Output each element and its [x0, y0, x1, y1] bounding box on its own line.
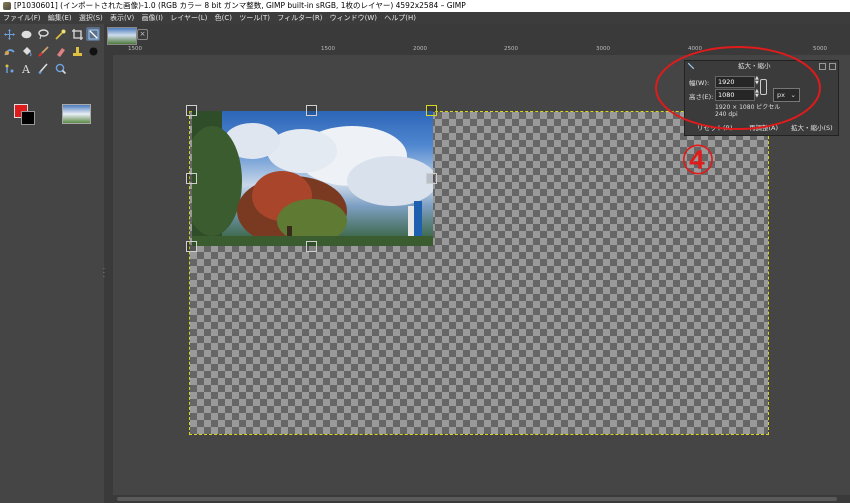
annotation-number: ④ — [680, 138, 716, 184]
transform-handle-right[interactable] — [426, 173, 437, 184]
menu-tools[interactable]: ツール(T) — [236, 14, 272, 22]
image-preview-thumbnail — [62, 104, 91, 124]
move-tool-icon[interactable] — [2, 27, 16, 41]
ruler-tick: 2000 — [413, 46, 427, 52]
gimp-app-icon — [3, 2, 11, 10]
dialog-close-icon[interactable] — [829, 63, 836, 70]
dialog-options-icon[interactable] — [819, 63, 826, 70]
bucket-fill-icon[interactable] — [19, 44, 33, 58]
menu-edit[interactable]: 編集(E) — [45, 14, 74, 22]
menu-windows[interactable]: ウィンドウ(W) — [327, 14, 379, 22]
transform-handle-left[interactable] — [186, 173, 197, 184]
horizontal-scrollbar[interactable] — [113, 495, 850, 503]
lasso-icon[interactable] — [36, 27, 50, 41]
scale-button[interactable]: 拡大・縮小(S) — [791, 123, 833, 133]
ruler-tick: 3000 — [596, 46, 610, 52]
dodge-burn-icon[interactable] — [86, 44, 100, 58]
ruler-tick: 2500 — [504, 46, 518, 52]
menu-layer[interactable]: レイヤー(L) — [167, 14, 209, 22]
paintbrush-icon[interactable] — [36, 44, 50, 58]
menu-colors[interactable]: 色(C) — [212, 14, 234, 22]
transform-handle-top-right[interactable] — [426, 105, 437, 116]
resize-grip[interactable]: · · · — [103, 267, 106, 281]
toolbox: A — [0, 24, 104, 503]
transform-handle-top[interactable] — [306, 105, 317, 116]
ruler-tick: 1500 — [128, 46, 142, 52]
background-color-swatch[interactable] — [21, 111, 35, 125]
scaled-image-preview — [192, 111, 433, 246]
zoom-tool-icon[interactable] — [53, 61, 67, 75]
transform-handle-top-left[interactable] — [186, 105, 197, 116]
transform-handle-bottom-left[interactable] — [186, 241, 197, 252]
scale-tool-icon[interactable] — [86, 27, 100, 41]
svg-text:A: A — [21, 63, 31, 74]
ruler-tick: 1500 — [321, 46, 335, 52]
fuzzy-select-icon[interactable] — [53, 27, 67, 41]
menu-filters[interactable]: フィルター(R) — [274, 14, 324, 22]
menu-select[interactable]: 選択(S) — [76, 14, 105, 22]
close-icon[interactable]: × — [137, 29, 148, 40]
menu-view[interactable]: 表示(V) — [107, 14, 136, 22]
menubar: ファイル(F) 編集(E) 選択(S) 表示(V) 画像(I) レイヤー(L) … — [0, 12, 850, 24]
transform-handle-bottom[interactable] — [306, 241, 317, 252]
annotation-ellipse — [655, 46, 821, 130]
menu-file[interactable]: ファイル(F) — [0, 14, 43, 22]
ruler-tick: 5000 — [813, 46, 827, 52]
ruler-corner — [104, 46, 113, 55]
path-tool-icon[interactable] — [2, 61, 16, 75]
text-tool-icon[interactable]: A — [19, 61, 33, 75]
clone-stamp-icon[interactable] — [70, 44, 84, 58]
scrollbar-thumb[interactable] — [117, 497, 837, 501]
window-title: [P1030601] (インポートされた画像)-1.0 (RGB カラー 8 b… — [14, 1, 466, 10]
menu-help[interactable]: ヘルプ(H) — [381, 14, 418, 22]
eraser-icon[interactable] — [53, 44, 67, 58]
ellipse-select-icon[interactable] — [19, 27, 33, 41]
warp-transform-icon[interactable] — [2, 44, 16, 58]
window-titlebar: [P1030601] (インポートされた画像)-1.0 (RGB カラー 8 b… — [0, 0, 850, 12]
crop-icon[interactable] — [70, 27, 84, 41]
color-picker-icon[interactable] — [36, 61, 50, 75]
menu-image[interactable]: 画像(I) — [139, 14, 166, 22]
image-tab-thumbnail[interactable] — [107, 27, 137, 45]
image-tabs: × — [104, 24, 850, 46]
